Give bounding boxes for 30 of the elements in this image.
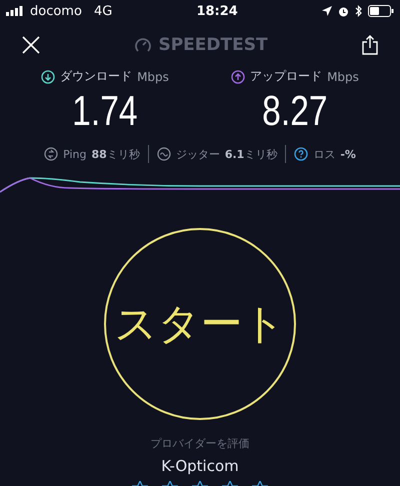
bluetooth-icon	[355, 5, 362, 17]
close-icon[interactable]	[22, 36, 40, 54]
metric-value: 6.1 ミリ秒	[224, 146, 278, 162]
unit-label: Mbps	[327, 70, 359, 84]
speed-value: 8.27	[262, 87, 328, 135]
network-type: 4G	[94, 4, 112, 18]
provider-name: K-Opticom	[161, 457, 239, 475]
start-button[interactable]: スタート	[104, 228, 296, 420]
alarm-icon	[338, 6, 349, 16]
result-label: アップロード	[250, 68, 322, 85]
metric-label: ロス	[313, 146, 336, 162]
app-title: SPEEDTEST	[158, 35, 268, 55]
rate-provider-label: プロバイダーを評価	[150, 436, 250, 451]
gauge-icon	[134, 36, 152, 54]
battery-icon	[368, 5, 394, 17]
metric-label: Ping	[63, 148, 86, 160]
metric-label: ジッター	[176, 146, 220, 162]
wave-icon	[156, 147, 171, 161]
signal-icon	[6, 6, 24, 16]
location-icon	[322, 6, 332, 16]
help-icon[interactable]	[294, 147, 308, 161]
result-label: ダウンロード	[60, 68, 132, 85]
ping-icon	[44, 147, 58, 161]
share-icon[interactable]	[362, 35, 378, 55]
carrier-name: docomo	[30, 4, 82, 18]
unit-label: Mbps	[137, 70, 169, 84]
metric-value: -%	[340, 148, 356, 160]
clock-time: 18:24	[196, 4, 238, 18]
metric-value: 88 ミリ秒	[92, 146, 140, 162]
speed-value: 1.74	[72, 87, 138, 135]
